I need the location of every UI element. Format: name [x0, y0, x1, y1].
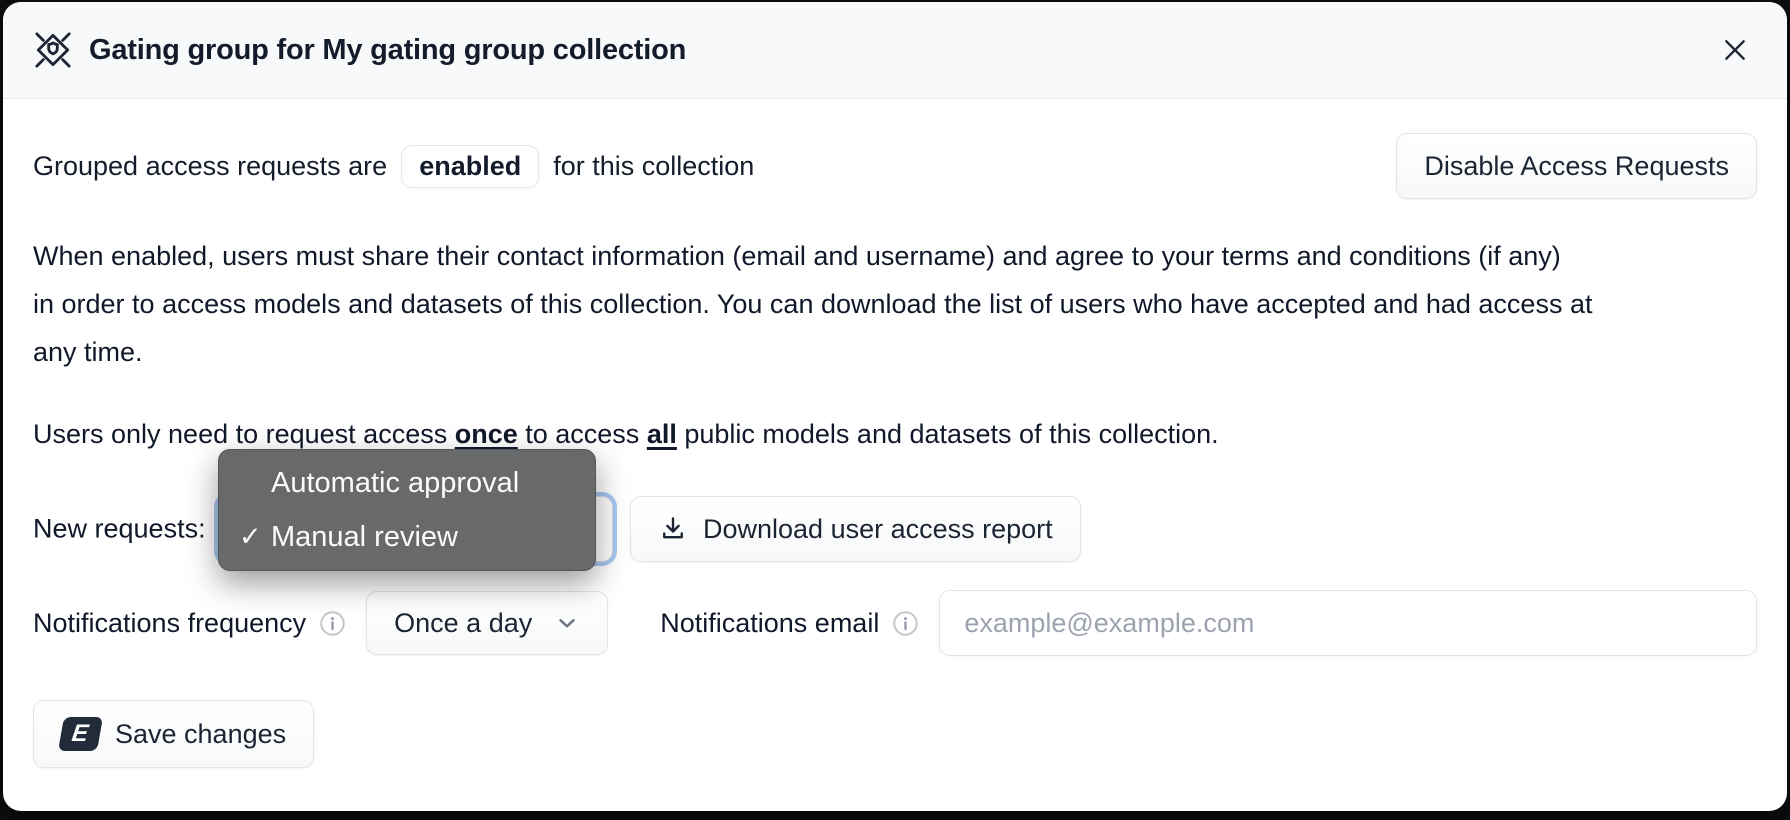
download-report-button[interactable]: Download user access report	[630, 496, 1081, 562]
dialog-body: Grouped access requests are enabled for …	[3, 133, 1787, 768]
save-changes-label: Save changes	[115, 719, 286, 750]
close-icon	[1719, 34, 1751, 66]
dialog-header: Gating group for My gating group collect…	[3, 2, 1787, 99]
notifications-row: Notifications frequency Once a day Notif…	[33, 590, 1757, 656]
description-paragraph: When enabled, users must share their con…	[33, 232, 1757, 376]
description-line: in order to access models and datasets o…	[33, 280, 1757, 328]
info-icon	[319, 610, 346, 637]
description-line: When enabled, users must share their con…	[33, 232, 1757, 280]
note-text: public models and datasets of this colle…	[677, 419, 1219, 449]
status-row: Grouped access requests are enabled for …	[33, 133, 1757, 199]
description-line: any time.	[33, 328, 1757, 376]
status-suffix: for this collection	[553, 151, 754, 182]
close-button[interactable]	[1713, 28, 1757, 72]
note-emphasis-once: once	[455, 419, 518, 449]
dropdown-option-manual-review[interactable]: ✓ Manual review	[219, 510, 595, 564]
download-report-label: Download user access report	[703, 514, 1053, 545]
note-paragraph: Users only need to request access once t…	[33, 419, 1757, 450]
check-icon: ✓	[239, 522, 262, 553]
notifications-email-label: Notifications email	[660, 608, 879, 639]
gating-group-dialog: Gating group for My gating group collect…	[3, 2, 1787, 811]
save-row: E Save changes	[33, 700, 1757, 768]
dialog-title-wrap: Gating group for My gating group collect…	[33, 30, 686, 70]
status-text: Grouped access requests are enabled for …	[33, 145, 754, 188]
status-prefix: Grouped access requests are	[33, 151, 387, 182]
frequency-select[interactable]: Once a day	[366, 591, 608, 655]
frequency-value: Once a day	[394, 608, 532, 639]
new-requests-label: New requests:	[33, 514, 206, 545]
new-requests-dropdown-menu: Automatic approval ✓ Manual review	[218, 449, 596, 571]
option-label: Manual review	[271, 521, 458, 554]
dialog-title: Gating group for My gating group collect…	[89, 34, 686, 67]
notifications-frequency-label: Notifications frequency	[33, 608, 306, 639]
new-requests-row: New requests: Download user access repor…	[33, 496, 1757, 562]
gating-shield-icon	[33, 30, 73, 70]
dropdown-option-automatic-approval[interactable]: Automatic approval	[219, 456, 595, 510]
note-emphasis-all: all	[647, 419, 677, 449]
download-icon	[658, 514, 688, 544]
notifications-email-input[interactable]	[939, 590, 1757, 656]
disable-access-requests-button[interactable]: Disable Access Requests	[1396, 133, 1757, 199]
option-label: Automatic approval	[271, 467, 519, 500]
enabled-badge: enabled	[401, 145, 539, 188]
save-changes-button[interactable]: E Save changes	[33, 700, 314, 768]
info-icon	[892, 610, 919, 637]
note-text: to access	[518, 419, 647, 449]
chevron-down-icon	[554, 610, 580, 636]
note-text: Users only need to request access	[33, 419, 455, 449]
enterprise-letter: E	[71, 720, 91, 748]
enterprise-badge-icon: E	[58, 717, 103, 751]
